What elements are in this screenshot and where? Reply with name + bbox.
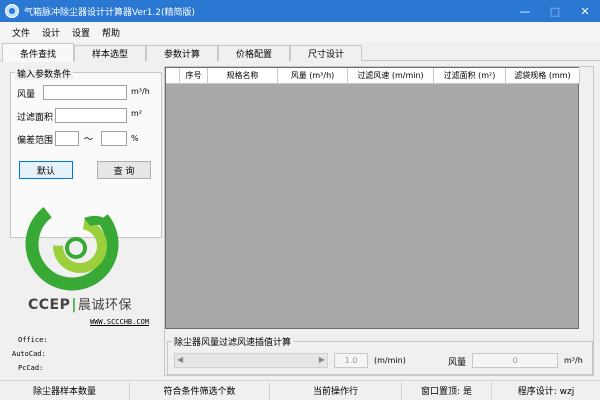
query-button[interactable]: 查 询 bbox=[97, 161, 151, 179]
pccad-label: PcCad: bbox=[18, 364, 44, 372]
left-panel: 输入参数条件 风量 m³/h 过滤面积 m² 偏差范围 ～ % 默认 查 询 C… bbox=[0, 62, 164, 378]
interpolation-group: 除尘器风量过滤风速插值计算 ◀ ▶ 1.0 (m/min) 风量 0 m³/h bbox=[167, 335, 593, 375]
range-separator: ～ bbox=[84, 135, 94, 145]
tab-condition-search[interactable]: 条件查找 bbox=[2, 43, 74, 62]
autocad-label: AutoCad: bbox=[12, 350, 46, 358]
tab-price-config[interactable]: 价格配置 bbox=[218, 45, 290, 61]
column-header-filter-area[interactable]: 过滤面积 (m²) bbox=[434, 68, 506, 84]
interp-airflow-label: 风量 bbox=[448, 358, 467, 368]
status-current-row: 当前操作行 bbox=[270, 381, 402, 400]
filter-area-unit: m² bbox=[131, 109, 142, 118]
menu-design[interactable]: 设计 bbox=[42, 26, 60, 39]
deviation-range-label: 偏差范围 bbox=[17, 136, 54, 146]
status-bar: 除尘器样本数量 符合条件筛选个数 当前操作行 窗口置顶: 是 程序设计: wzj bbox=[0, 380, 600, 400]
ccep-logo-icon bbox=[25, 197, 119, 291]
airflow-label: 风量 bbox=[17, 90, 36, 100]
office-label: Office: bbox=[18, 336, 48, 344]
minimize-button[interactable]: — bbox=[510, 0, 540, 22]
brand-latin: CCEP bbox=[28, 297, 71, 313]
slider-left-arrow-icon[interactable]: ◀ bbox=[177, 355, 183, 364]
brand-separator: | bbox=[71, 297, 77, 313]
slider-right-arrow-icon[interactable]: ▶ bbox=[319, 355, 325, 364]
status-always-on-top: 窗口置顶: 是 bbox=[402, 381, 492, 400]
range-unit: % bbox=[131, 134, 139, 143]
maximize-button[interactable]: □ bbox=[540, 0, 570, 22]
tab-parameter-calc[interactable]: 参数计算 bbox=[146, 45, 218, 61]
brand-name: CCEP|晨诚环保 bbox=[28, 294, 132, 313]
results-table[interactable]: 序号 规格名称 风量 (m³/h) 过滤风速 (m/min) 过滤面积 (m²)… bbox=[165, 67, 580, 329]
menu-file[interactable]: 文件 bbox=[12, 26, 30, 39]
speed-value-input[interactable]: 1.0 bbox=[334, 353, 368, 368]
tab-size-design[interactable]: 尺寸设计 bbox=[290, 45, 362, 61]
status-filtered-count: 符合条件筛选个数 bbox=[130, 381, 270, 400]
interpolation-title: 除尘器风量过滤风速插值计算 bbox=[172, 335, 294, 348]
row-indicator-header bbox=[166, 68, 180, 84]
filter-area-input[interactable] bbox=[55, 108, 127, 123]
range-min-input[interactable] bbox=[55, 131, 79, 146]
column-header-airflow[interactable]: 风量 (m³/h) bbox=[278, 68, 348, 84]
close-button[interactable]: ✕ bbox=[570, 0, 600, 22]
menu-settings[interactable]: 设置 bbox=[72, 26, 90, 39]
speed-slider[interactable]: ◀ ▶ bbox=[174, 353, 328, 368]
tab-sample-selection[interactable]: 样本选型 bbox=[74, 45, 146, 61]
table-header: 序号 规格名称 风量 (m³/h) 过滤风速 (m/min) 过滤面积 (m²)… bbox=[166, 68, 580, 84]
airflow-input[interactable] bbox=[43, 85, 127, 100]
brand-chinese: 晨诚环保 bbox=[78, 298, 133, 313]
menu-help[interactable]: 帮助 bbox=[102, 26, 120, 39]
column-header-bag-spec[interactable]: 滤袋规格 (mm) bbox=[506, 68, 580, 84]
interp-airflow-unit: m³/h bbox=[564, 356, 583, 365]
menu-bar: 文件 设计 设置 帮助 bbox=[0, 22, 600, 42]
app-icon bbox=[5, 4, 19, 18]
column-header-index[interactable]: 序号 bbox=[180, 68, 208, 84]
range-max-input[interactable] bbox=[101, 131, 127, 146]
default-button[interactable]: 默认 bbox=[19, 161, 73, 179]
filter-area-label: 过滤面积 bbox=[17, 113, 54, 123]
tab-bar: 条件查找 样本选型 参数计算 价格配置 尺寸设计 bbox=[0, 43, 600, 62]
window-title: 气箱脉冲除尘器设计计算器Ver1.2(精简版) bbox=[24, 7, 196, 18]
website-link[interactable]: WWW.SCCCHB.COM bbox=[90, 318, 149, 326]
status-sample-count: 除尘器样本数量 bbox=[0, 381, 130, 400]
interp-airflow-value[interactable]: 0 bbox=[472, 353, 558, 368]
airflow-unit: m³/h bbox=[131, 87, 150, 96]
status-author: 程序设计: wzj bbox=[517, 387, 575, 397]
column-header-spec-name[interactable]: 规格名称 bbox=[208, 68, 278, 84]
results-panel: 序号 规格名称 风量 (m³/h) 过滤风速 (m/min) 过滤面积 (m²)… bbox=[164, 66, 594, 376]
group-title: 输入参数条件 bbox=[15, 67, 74, 80]
speed-unit: (m/min) bbox=[374, 356, 406, 365]
column-header-filter-speed[interactable]: 过滤风速 (m/min) bbox=[348, 68, 434, 84]
title-bar: 气箱脉冲除尘器设计计算器Ver1.2(精简版) — □ ✕ bbox=[0, 0, 600, 22]
